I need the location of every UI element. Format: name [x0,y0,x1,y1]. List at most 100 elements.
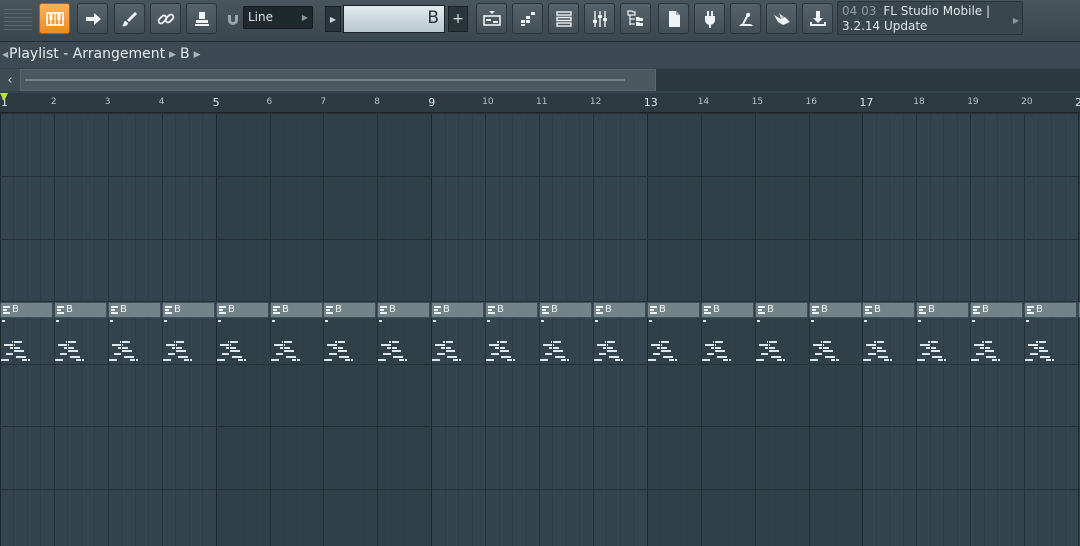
pattern-icon [219,306,226,314]
grid-line [121,113,122,546]
pattern-clip[interactable]: B [108,302,161,318]
pattern-selector-arrow[interactable]: ▶ [325,6,341,32]
window-menu-arrow-icon[interactable]: ◀ [2,50,8,59]
ruler-bar-7: 7 [320,97,327,107]
pattern-clip-label: B [335,304,342,315]
clip-stub [649,320,652,322]
pattern-clip[interactable]: B [431,302,484,318]
download-button[interactable] [802,3,833,34]
playhead-marker[interactable] [0,93,8,101]
browser-button[interactable] [620,3,651,34]
ruler-bar-6: 6 [266,97,273,107]
pattern-clip[interactable]: B [539,302,592,318]
brush-button[interactable] [114,3,145,34]
playlist-pattern-name[interactable]: B [180,46,190,62]
plugin-picker-button[interactable] [658,3,689,34]
scroll-left-button[interactable]: ‹ [0,69,20,91]
grid-line [835,113,836,546]
pattern-clip-label: B [767,304,774,315]
pattern-clip[interactable]: B [485,302,538,318]
grid-line [755,113,756,546]
magnet-icon [228,15,238,25]
pattern-clip[interactable]: B [323,302,376,318]
forward-button[interactable] [77,3,108,34]
pattern-clip[interactable]: B [970,302,1023,318]
ruler-bar-3: 3 [104,97,111,107]
pattern-icon [542,306,549,314]
stamp-button[interactable] [186,3,217,34]
playlist-view-button[interactable] [476,3,507,34]
toolbar-grip[interactable] [4,6,32,32]
pattern-icon [812,306,819,314]
grid-line [108,113,109,546]
grid-line [283,113,284,546]
clip-stub [1026,320,1029,322]
pattern-clip-label: B [821,304,828,315]
ruler-bar-18: 18 [913,97,925,107]
pattern-clip[interactable]: B [54,302,107,318]
clip-stub [433,320,436,322]
grid-line [930,113,931,546]
pattern-clip[interactable]: B [162,302,215,318]
tempo-tapper-button[interactable] [730,3,761,34]
grid-line [296,113,297,546]
grid-line [1024,113,1025,546]
pattern-clip[interactable]: B [755,302,808,318]
snap-select[interactable]: Line ▶ [243,6,313,29]
pattern-icon [704,306,711,314]
grid-line [162,113,163,546]
grid-line [997,113,998,546]
horizontal-scrollbar[interactable]: ‹ [0,69,1080,91]
grid-line [957,113,958,546]
pattern-clip[interactable]: B [377,302,430,318]
grid-line [270,113,271,546]
pattern-clip-label: B [605,304,612,315]
pattern-clip-label: B [713,304,720,315]
channel-rack-button[interactable] [548,3,579,34]
pattern-icon [380,306,387,314]
hint-time: 04 03 [842,4,877,18]
pattern-clip[interactable]: B [216,302,269,318]
grid-line [862,113,863,546]
pattern-icon [865,306,872,314]
pattern-clip[interactable]: B [1024,302,1077,318]
step-sequencer-button[interactable] [512,3,543,34]
pattern-clip-label: B [982,304,989,315]
templates-button[interactable] [766,3,797,34]
grid-line [701,113,702,546]
grid-line [189,113,190,546]
pattern-clip[interactable]: B [0,302,53,318]
pattern-clip[interactable]: B [593,302,646,318]
ruler-bar-10: 10 [482,97,494,107]
piano-roll-button[interactable] [39,3,70,34]
pattern-clip[interactable]: B [916,302,969,318]
grid-line [458,113,459,546]
pattern-selector[interactable]: B [343,5,445,33]
breadcrumb-arrow-icon: ▶ [193,50,201,60]
hint-text-line2: 3.2.14 Update [842,19,928,33]
pattern-clip[interactable]: B [647,302,700,318]
clip-stub [325,320,328,322]
window-title[interactable]: Playlist - Arrangement ▶ B ▶ [9,46,205,62]
add-pattern-button[interactable]: + [448,6,468,32]
pattern-clip[interactable]: B [809,302,862,318]
grid-line [526,113,527,546]
pattern-clip-label: B [874,304,881,315]
clip-stub [379,320,382,322]
pattern-icon [326,306,333,314]
ruler-bar-20: 20 [1021,97,1033,107]
scrollbar-thumb[interactable] [20,69,656,91]
plugin-button[interactable] [694,3,725,34]
pattern-clip[interactable]: B [270,302,323,318]
timeline-ruler[interactable]: 123456789101112131415161718192021 [0,93,1080,113]
grid-line [903,113,904,546]
hint-panel[interactable]: 04 03 FL Studio Mobile | 3.2.14 Update ▶ [837,1,1023,35]
grid-line [202,113,203,546]
pattern-clip[interactable]: B [862,302,915,318]
playlist-grid[interactable]: BBBBBBBBBBBBBBBBBBBBB [0,113,1080,546]
link-button[interactable] [150,3,181,34]
grid-line [54,113,55,546]
pattern-clip[interactable]: B [701,302,754,318]
clip-stub [164,320,167,322]
mixer-button[interactable] [584,3,615,34]
